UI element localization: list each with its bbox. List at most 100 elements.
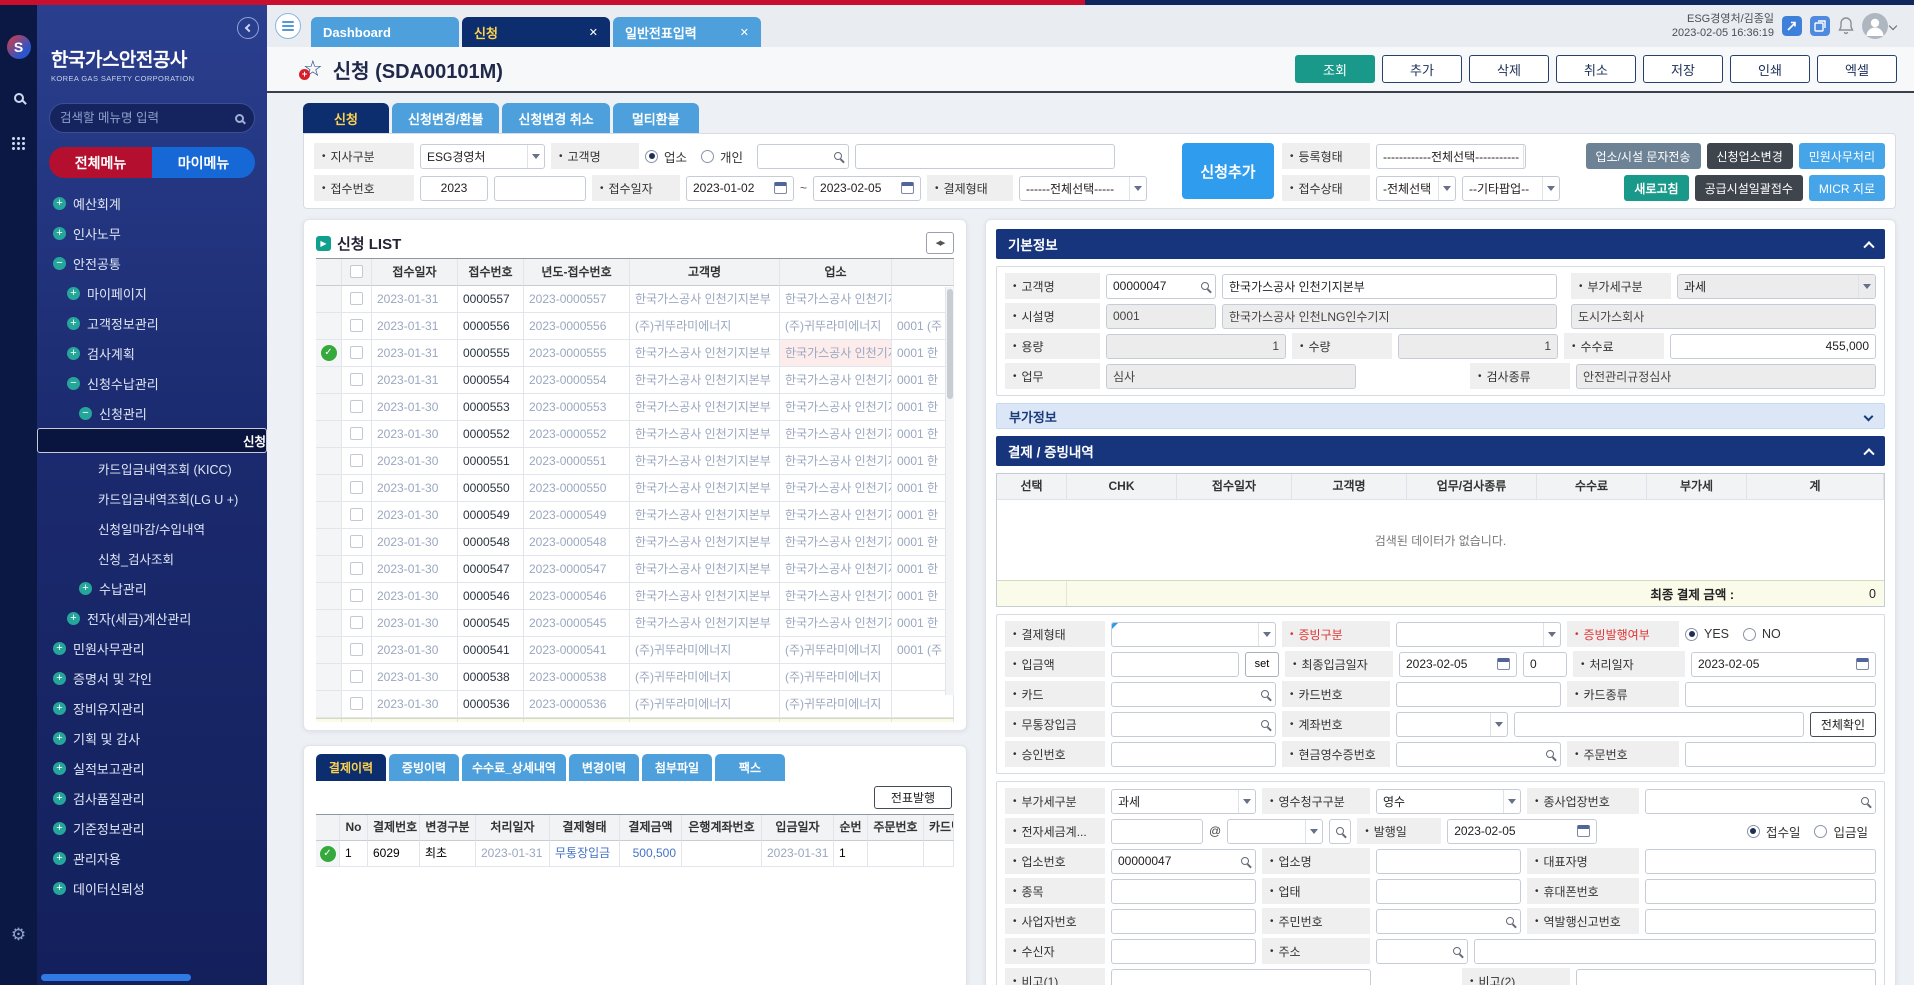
sidebar-menu-item[interactable]: 전자(세금)계산관리 — [37, 603, 267, 633]
tree-toggle-icon[interactable] — [53, 702, 66, 715]
sidebar-menu-item[interactable]: 신청 — [37, 428, 267, 453]
sidebar-menu-item[interactable]: 신청관리 — [37, 398, 267, 428]
etax-id-input[interactable] — [1111, 819, 1203, 844]
ceo-input[interactable] — [1645, 849, 1876, 874]
evidence-select[interactable] — [1396, 622, 1561, 647]
tree-toggle-icon[interactable] — [53, 732, 66, 745]
calendar-icon[interactable] — [901, 182, 914, 194]
account-no-input[interactable] — [1514, 712, 1804, 737]
tree-toggle-icon[interactable] — [67, 287, 80, 300]
receiver-input[interactable] — [1111, 939, 1256, 964]
calendar-icon[interactable] — [774, 182, 787, 194]
tree-toggle-icon[interactable] — [67, 612, 80, 625]
search-icon[interactable] — [834, 152, 842, 160]
sidebar-menu-item[interactable]: 마이페이지 — [37, 278, 267, 308]
mobile-input[interactable] — [1645, 879, 1876, 904]
calendar-icon[interactable] — [1856, 658, 1869, 670]
history-tab[interactable]: 증빙이력 — [389, 754, 459, 781]
issue-date-input[interactable]: 2023-02-05 — [1447, 819, 1597, 844]
note1-input[interactable] — [1111, 969, 1371, 985]
deposit-count-input[interactable]: 0 — [1523, 652, 1567, 677]
sidebar-menu-item[interactable]: 데이터신뢰성 — [37, 873, 267, 903]
toolbar-button[interactable]: 인쇄 — [1730, 55, 1810, 83]
calendar-icon[interactable] — [1497, 658, 1510, 670]
my-menu-button[interactable]: 마이메뉴 — [152, 147, 255, 178]
customer-name-input[interactable] — [855, 144, 1115, 169]
recv-date-radio[interactable] — [1747, 825, 1760, 838]
sidebar-menu-item[interactable]: 수납관리 — [37, 573, 267, 603]
hamburger-icon[interactable] — [275, 13, 301, 39]
biz-no-input[interactable]: 00000047 — [1111, 849, 1256, 874]
table-row[interactable]: ✓ 2023-01-30 0000551 2023-0000551 한국가스공사… — [316, 448, 954, 475]
tree-toggle-icon[interactable] — [53, 882, 66, 895]
cash-receipt-input[interactable] — [1396, 742, 1561, 767]
table-row[interactable]: ✓ 2023-01-30 0000549 2023-0000549 한국가스공사… — [316, 502, 954, 529]
biz-type-input[interactable] — [1376, 879, 1521, 904]
search-icon[interactable] — [235, 114, 244, 123]
slip-issue-button[interactable]: 전표발행 — [874, 786, 952, 809]
grid-scrollbar[interactable] — [945, 287, 954, 695]
table-row[interactable]: ✓ 2023-01-30 0000552 2023-0000552 한국가스공사… — [316, 421, 954, 448]
splitter-icon[interactable]: ◀▶ — [926, 232, 954, 254]
tree-toggle-icon[interactable] — [53, 642, 66, 655]
table-row[interactable]: ✓ 2023-01-30 0000536 2023-0000536 (주)귀뚜라… — [316, 691, 954, 718]
history-tab[interactable]: 첨부파일 — [642, 754, 712, 781]
sidebar-menu-item[interactable]: 신청일마감/수입내역 — [37, 513, 267, 543]
sidebar-menu-item[interactable]: 카드입금내역조회(LG U +) — [37, 483, 267, 513]
customer-code-field[interactable]: 00000047 — [1106, 274, 1216, 299]
table-row[interactable]: ✓ 2023-01-30 0000546 2023-0000546 한국가스공사… — [316, 583, 954, 610]
search-icon[interactable] — [1261, 720, 1269, 728]
sidebar-menu-item[interactable]: 신청수납관리 — [37, 368, 267, 398]
bell-icon[interactable] — [1838, 17, 1854, 35]
external-link-icon[interactable] — [1782, 16, 1802, 36]
branch-select[interactable]: ESG경영처 — [420, 144, 545, 169]
address-input[interactable] — [1474, 939, 1876, 964]
deposit-input[interactable] — [1111, 652, 1239, 677]
history-tab[interactable]: 팩스 — [715, 754, 785, 781]
collapse-up-icon[interactable] — [1863, 448, 1874, 459]
window-tab[interactable]: Dashboard — [311, 17, 459, 47]
toolbar-button[interactable]: 취소 — [1556, 55, 1636, 83]
sidebar-menu-item[interactable]: 인사노무 — [37, 218, 267, 248]
sidebar-menu-item[interactable]: 실적보고관리 — [37, 753, 267, 783]
sidebar-menu-item[interactable]: 예산회계 — [37, 188, 267, 218]
all-menu-button[interactable]: 전체메뉴 — [49, 147, 152, 178]
sub-tab[interactable]: 신청변경/환불 — [392, 103, 499, 133]
table-row[interactable]: ✓ 2023-01-30 0000541 2023-0000541 (주)귀뚜라… — [316, 637, 954, 664]
basic-info-header[interactable]: 기본정보 — [996, 229, 1885, 259]
menu-search-input[interactable] — [60, 111, 227, 125]
table-row[interactable]: ✓ 1 6029 최초 2023-01-31 무통장입금 500,500 202… — [316, 841, 954, 867]
toolbar-button[interactable]: 저장 — [1643, 55, 1723, 83]
tree-toggle-icon[interactable] — [67, 377, 80, 390]
sidebar-collapse-button[interactable] — [237, 17, 259, 39]
tree-toggle-icon[interactable] — [79, 582, 92, 595]
toolbar-button[interactable]: 추가 — [1382, 55, 1462, 83]
toolbar-button[interactable]: 삭제 — [1469, 55, 1549, 83]
deposit-date-radio[interactable] — [1814, 825, 1827, 838]
filter-action-button[interactable]: 공급시설일괄접수 — [1695, 175, 1803, 201]
note2-input[interactable] — [1576, 969, 1876, 985]
yes-radio[interactable] — [1685, 628, 1698, 641]
search-icon[interactable] — [1506, 917, 1514, 925]
recv-year-input[interactable]: 2023 — [420, 176, 488, 201]
close-icon[interactable]: ✕ — [589, 26, 598, 39]
payment-section-header[interactable]: 결제 / 증빙내역 — [996, 436, 1885, 466]
filter-action-button[interactable]: MICR 지로 — [1809, 175, 1885, 201]
tree-toggle-icon[interactable] — [53, 762, 66, 775]
tree-toggle-icon[interactable] — [67, 347, 80, 360]
search-icon[interactable] — [1201, 282, 1209, 290]
filter-action-button[interactable]: 업소/시설 문자전송 — [1586, 143, 1701, 169]
date-to-input[interactable]: 2023-02-05 — [813, 176, 921, 201]
search-icon[interactable] — [1241, 857, 1249, 865]
check-all-button[interactable]: 전체확인 — [1810, 712, 1876, 737]
no-radio[interactable] — [1743, 628, 1756, 641]
sidebar-menu-item[interactable]: 기획 및 감사 — [37, 723, 267, 753]
vat-select[interactable]: 과세 — [1111, 789, 1256, 814]
table-row[interactable]: ✓ 2023-01-30 0000538 2023-0000538 (주)귀뚜라… — [316, 664, 954, 691]
popup-select[interactable]: --기타팝업-- — [1462, 176, 1560, 201]
sub-biz-no-input[interactable] — [1645, 789, 1876, 814]
sidebar-menu-item[interactable]: 증명서 및 각인 — [37, 663, 267, 693]
reverse-no-input[interactable] — [1645, 909, 1876, 934]
sidebar-menu-item[interactable]: 장비유지관리 — [37, 693, 267, 723]
expand-down-icon[interactable] — [1864, 411, 1874, 421]
